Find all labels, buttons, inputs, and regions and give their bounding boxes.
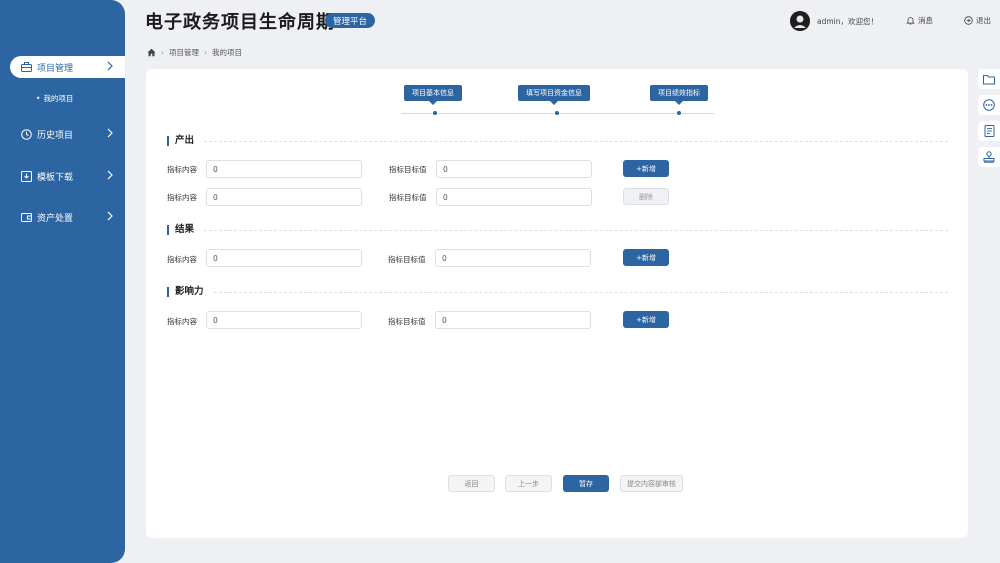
sidebar-subitem-my-projects[interactable]: 我的项目 bbox=[36, 93, 73, 104]
messages-link[interactable]: 消息 bbox=[906, 15, 933, 26]
breadcrumb-item[interactable]: 项目管理 bbox=[169, 47, 199, 58]
folder-tool-button[interactable] bbox=[978, 69, 1000, 89]
add-indicator-button[interactable]: +新增 bbox=[623, 160, 669, 177]
download-icon bbox=[20, 170, 32, 182]
section-divider bbox=[214, 292, 948, 293]
bell-icon bbox=[906, 17, 915, 25]
breadcrumb-separator: › bbox=[161, 48, 164, 57]
welcome-text: admin，欢迎您！ bbox=[817, 17, 878, 26]
sidebar-item-template-download[interactable]: 模板下载 bbox=[10, 165, 125, 187]
document-tool-button[interactable] bbox=[978, 121, 1000, 141]
back-button[interactable]: 返回 bbox=[448, 475, 495, 492]
indicator-target-input[interactable]: 0 bbox=[436, 160, 592, 178]
sidebar-item-label: 模板下载 bbox=[37, 172, 74, 183]
app-badge: 管理平台 bbox=[325, 13, 376, 28]
indicator-content-input[interactable]: 0 bbox=[206, 188, 362, 206]
step-dot bbox=[433, 111, 437, 115]
indicator-content-label: 指标内容 bbox=[167, 317, 197, 326]
step-dot bbox=[555, 111, 559, 115]
submit-review-button[interactable]: 提交内容部审核 bbox=[620, 475, 683, 492]
sidebar-item-history-projects[interactable]: 历史项目 bbox=[10, 123, 125, 145]
breadcrumb: › 项目管理 › 我的项目 bbox=[147, 47, 242, 58]
section-title-result: 结果 bbox=[167, 225, 194, 235]
sidebar: 项目管理 我的项目 历史项目 模板下载 资产处置 bbox=[0, 0, 125, 563]
indicator-target-input[interactable]: 0 bbox=[436, 188, 592, 206]
stamp-tool-button[interactable] bbox=[978, 147, 1000, 167]
briefcase-icon bbox=[20, 61, 32, 73]
chevron-right-icon bbox=[105, 211, 115, 221]
main-card: 项目基本信息 填写项目资金信息 项目绩效指标 产出 指标内容 0 指标目标值 0… bbox=[146, 69, 968, 538]
document-icon bbox=[984, 125, 994, 137]
indicator-content-label: 指标内容 bbox=[167, 165, 197, 174]
more-tool-button[interactable] bbox=[978, 95, 1000, 115]
indicator-content-input[interactable]: 0 bbox=[206, 311, 362, 329]
logout-icon bbox=[964, 16, 973, 25]
step-fund-info[interactable]: 填写项目资金信息 bbox=[518, 85, 590, 105]
indicator-target-label: 指标目标值 bbox=[388, 255, 426, 264]
sidebar-item-label: 历史项目 bbox=[37, 130, 74, 141]
chevron-right-icon bbox=[105, 170, 115, 180]
step-dot bbox=[677, 111, 681, 115]
section-divider bbox=[204, 141, 948, 142]
chevron-right-icon bbox=[105, 128, 115, 138]
clock-icon bbox=[20, 128, 32, 140]
step-basic-info[interactable]: 项目基本信息 bbox=[404, 85, 462, 105]
section-title-impact: 影响力 bbox=[167, 287, 204, 297]
indicator-target-label: 指标目标值 bbox=[388, 317, 426, 326]
indicator-target-input[interactable]: 0 bbox=[435, 311, 591, 329]
indicator-target-input[interactable]: 0 bbox=[435, 249, 591, 267]
add-indicator-button[interactable]: +新增 bbox=[623, 249, 669, 266]
stamp-icon bbox=[983, 151, 995, 163]
chevron-right-icon bbox=[105, 61, 115, 71]
step-performance-indicators[interactable]: 项目绩效指标 bbox=[650, 85, 708, 105]
logout-link[interactable]: 退出 bbox=[964, 15, 991, 26]
indicator-target-label: 指标目标值 bbox=[389, 165, 427, 174]
add-indicator-button[interactable]: +新增 bbox=[623, 311, 669, 328]
more-icon bbox=[983, 99, 995, 111]
logout-label: 退出 bbox=[976, 16, 991, 25]
home-icon[interactable] bbox=[147, 48, 156, 57]
sidebar-item-project-management[interactable]: 项目管理 bbox=[10, 56, 125, 78]
save-draft-button[interactable]: 暂存 bbox=[563, 475, 609, 492]
sidebar-item-asset-disposal[interactable]: 资产处置 bbox=[10, 206, 125, 228]
breadcrumb-item[interactable]: 我的项目 bbox=[212, 47, 242, 58]
indicator-content-input[interactable]: 0 bbox=[206, 160, 362, 178]
wallet-icon bbox=[20, 211, 32, 223]
indicator-content-label: 指标内容 bbox=[167, 193, 197, 202]
sidebar-item-label: 项目管理 bbox=[37, 63, 74, 74]
indicator-target-label: 指标目标值 bbox=[389, 193, 427, 202]
section-divider bbox=[204, 230, 948, 231]
messages-label: 消息 bbox=[918, 16, 933, 25]
folder-icon bbox=[983, 74, 995, 84]
delete-indicator-button[interactable]: 删除 bbox=[623, 188, 669, 205]
indicator-content-label: 指标内容 bbox=[167, 255, 197, 264]
sidebar-item-label: 资产处置 bbox=[37, 213, 74, 224]
app-title: 电子政务项目生命周期 bbox=[145, 12, 335, 33]
previous-step-button[interactable]: 上一步 bbox=[505, 475, 552, 492]
indicator-content-input[interactable]: 0 bbox=[206, 249, 362, 267]
breadcrumb-separator: › bbox=[204, 48, 207, 57]
avatar[interactable] bbox=[790, 11, 810, 31]
section-title-output: 产出 bbox=[167, 136, 194, 146]
